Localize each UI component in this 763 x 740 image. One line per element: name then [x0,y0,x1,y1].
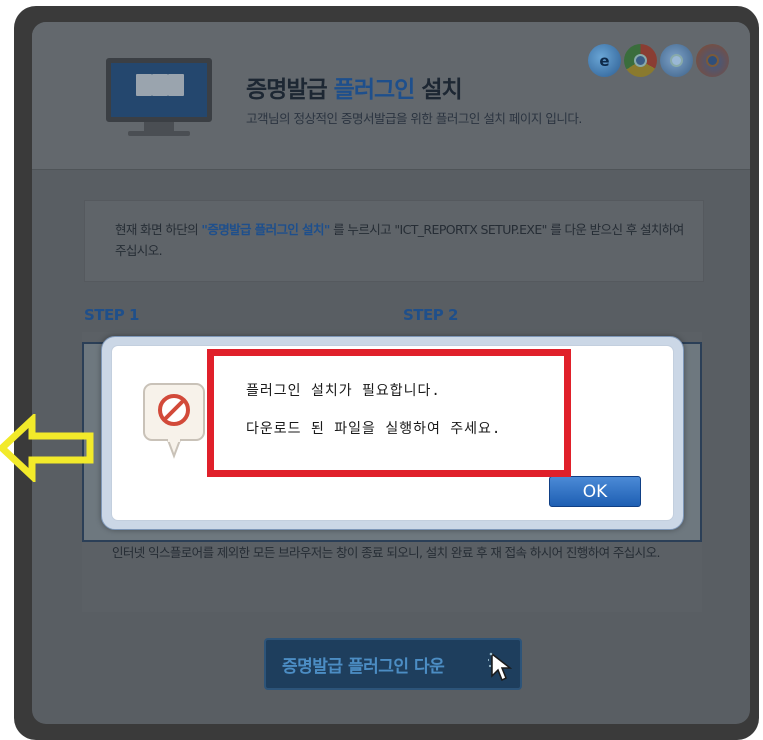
ok-button[interactable]: OK [549,476,641,507]
instruction-box: 현재 화면 하단의 "증명발급 플러그인 설치" 를 누르시고 "ICT_REP… [84,200,704,282]
left-arrow-icon [0,414,94,482]
browser-icons: e [588,44,729,77]
step-1-label: STEP 1 [84,306,139,324]
page-subtitle: 고객님의 정상적인 증명서발급을 위한 플러그인 설치 페이지 입니다. [246,111,582,126]
download-plugin-button[interactable]: 증명발급 플러그인 다운 [264,638,522,690]
ie-icon: e [588,44,621,77]
firefox-icon [696,44,729,77]
step-2-label: STEP 2 [403,306,458,324]
cursor-icon [488,652,513,682]
instruction-text: 현재 화면 하단의 "증명발급 플러그인 설치" 를 누르시고 "ICT_REP… [115,222,684,258]
message-highlight-box [207,349,571,477]
browser-notice: 인터넷 익스플로어를 제외한 모든 브라우저는 창이 종료 되오니, 설치 완료… [112,545,660,560]
page-header: 증명발급 플러그인 설치 고객님의 정상적인 증명서발급을 위한 플러그인 설치… [32,22,750,170]
monitor-icon [106,58,212,140]
page-title: 증명발급 플러그인 설치 [246,77,463,103]
blocked-icon [143,383,205,459]
chrome-icon [624,44,657,77]
safari-icon [660,44,693,77]
download-button-label: 증명발급 플러그인 다운 [282,656,445,677]
